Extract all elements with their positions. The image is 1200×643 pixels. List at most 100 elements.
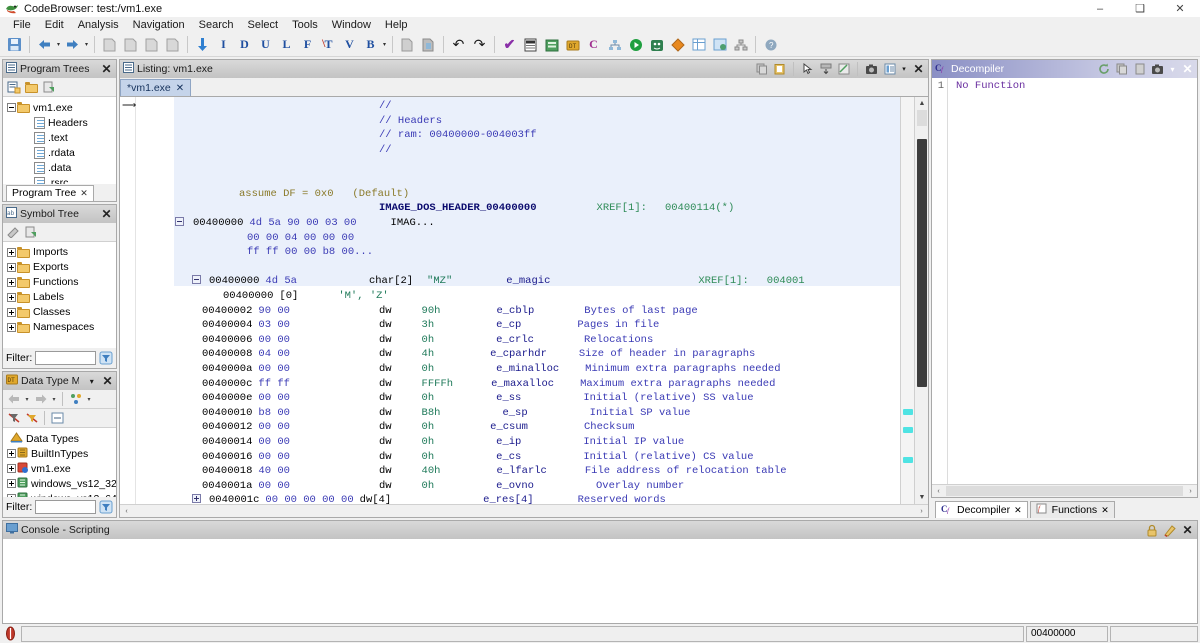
symbol-tree-item-imports[interactable]: Imports <box>6 245 116 260</box>
rename-icon[interactable] <box>5 223 22 240</box>
bytes-dropdown-caret-icon[interactable]: ▾ <box>381 35 388 54</box>
expand-toggle-icon[interactable] <box>6 262 17 273</box>
filter-caret-icon[interactable]: ▾ <box>85 391 93 408</box>
snapshot-icon-3[interactable] <box>142 35 161 54</box>
paste-symbol-icon[interactable] <box>23 223 40 240</box>
diff-view-icon[interactable] <box>836 62 851 77</box>
refresh-icon[interactable] <box>1096 62 1111 77</box>
data-type-manager-menu-caret-icon[interactable]: ▾ <box>85 374 98 389</box>
expand-toggle-icon[interactable] <box>6 277 17 288</box>
redo-icon[interactable]: ↷ <box>470 35 489 54</box>
bookmark-marker[interactable] <box>903 409 913 415</box>
snapshot-icon[interactable] <box>864 62 879 77</box>
new-tree-icon[interactable] <box>5 79 22 96</box>
menu-search[interactable]: Search <box>192 17 241 33</box>
run-script-icon[interactable] <box>626 35 645 54</box>
tree-item-headers[interactable]: Headers <box>6 115 116 130</box>
symbol-tree-item-labels[interactable]: Labels <box>6 290 116 305</box>
listing-data-row[interactable]: 0040001a 00 00 dw 0h e_ovno Overlay numb… <box>174 478 900 493</box>
row-field[interactable]: e_cblp <box>440 305 534 317</box>
data-type-item-builtintypes[interactable]: BuiltInTypes <box>6 446 116 461</box>
back-arrow-icon[interactable] <box>35 35 54 54</box>
data-type-manager-icon[interactable] <box>542 35 561 54</box>
menu-help[interactable]: Help <box>378 17 415 33</box>
row-field[interactable]: e_cs <box>434 451 521 463</box>
listing-data-row[interactable]: 0040000e 00 00 dw 0h e_ss Initial (relat… <box>174 391 900 406</box>
browser-options-icon[interactable] <box>882 62 897 77</box>
copy-icon[interactable] <box>754 62 769 77</box>
listing-data-row[interactable]: 0040000a 00 00 dw 0h e_minalloc Minimum … <box>174 362 900 377</box>
menu-edit[interactable]: Edit <box>38 17 71 33</box>
struct-label[interactable]: IMAGE_DOS_HEADER_00400000 <box>174 202 537 214</box>
tab-functions[interactable]: f Functions ✕ <box>1030 501 1115 518</box>
data-type-item-windows-vs12-32[interactable]: windows_vs12_32 <box>6 476 116 491</box>
menu-file[interactable]: File <box>6 17 38 33</box>
call-tree-icon[interactable] <box>605 35 624 54</box>
forward-arrow-icon[interactable] <box>63 35 82 54</box>
clear-icon[interactable]: T \ <box>319 35 338 54</box>
forward-arrow-icon[interactable] <box>32 391 49 408</box>
scroll-right-icon[interactable]: › <box>1184 485 1197 498</box>
paste-icon[interactable] <box>772 62 787 77</box>
row-field[interactable]: e_lfarlc <box>440 465 546 477</box>
open-folder-icon[interactable] <box>23 79 40 96</box>
expand-toggle-icon[interactable] <box>6 463 17 474</box>
back-arrow-icon[interactable] <box>5 391 22 408</box>
tab-program-tree[interactable]: Program Tree ✕ <box>6 185 94 201</box>
listing-bookmark-markers[interactable] <box>900 97 914 504</box>
symbol-tree-filter-input[interactable] <box>35 351 96 365</box>
struct-collapse-toggle-icon[interactable] <box>174 217 184 230</box>
tree-item-rsrc[interactable]: .rsrc <box>6 175 116 184</box>
export-icon[interactable] <box>710 35 729 54</box>
hscroll-track[interactable] <box>946 486 1183 496</box>
lock-icon[interactable] <box>1144 523 1159 538</box>
listing-code-area[interactable]: // // Headers // ram: 00400000-004003ff … <box>174 97 900 504</box>
diff-icon[interactable] <box>668 35 687 54</box>
row-field[interactable]: e_maxalloc <box>453 378 554 390</box>
row-field[interactable]: e_csum <box>434 421 528 433</box>
forward-dropdown-caret-icon[interactable]: ▾ <box>83 35 90 54</box>
options-caret-icon[interactable]: ▾ <box>900 62 908 77</box>
tab-close-icon[interactable]: ✕ <box>80 188 88 199</box>
tree-item-data[interactable]: .data <box>6 160 116 175</box>
scroll-left-icon[interactable]: ‹ <box>932 485 945 498</box>
row-field[interactable]: e_crlc <box>434 334 534 346</box>
decompiler-body[interactable]: 1 No Function <box>932 78 1197 484</box>
menu-window[interactable]: Window <box>325 17 378 33</box>
program-tree[interactable]: vm1.exe Headers .text <box>3 97 116 184</box>
tab-close-icon[interactable]: ✕ <box>1014 505 1022 516</box>
function-graph-icon[interactable]: C <box>584 35 603 54</box>
decompiler-horizontal-scrollbar[interactable]: ‹ › <box>932 484 1197 497</box>
symbol-tree-item-namespaces[interactable]: Namespaces <box>6 320 116 335</box>
scroll-down-icon[interactable]: ▼ <box>915 491 929 504</box>
back-dropdown-caret-icon[interactable]: ▾ <box>55 35 62 54</box>
decompiler-close-icon[interactable]: ✕ <box>1180 62 1195 77</box>
clear-filter-icon[interactable] <box>23 410 40 427</box>
filter-options-icon[interactable] <box>99 351 113 365</box>
minimize-button[interactable]: – <box>1080 0 1120 17</box>
listing-data-row[interactable]: 00400006 00 00 dw 0h e_crlc Relocations <box>174 333 900 348</box>
ghidra-status-icon[interactable] <box>2 626 19 642</box>
listing-data-row[interactable]: 0040000c ff ff dw FFFFh e_maxalloc Maxim… <box>174 376 900 391</box>
listing-data-row[interactable]: 00400018 40 00 dw 40h e_lfarlc File addr… <box>174 464 900 479</box>
listing-vertical-scrollbar[interactable]: ▲ ▼ <box>914 97 928 504</box>
memory-map-icon[interactable] <box>521 35 540 54</box>
magic-collapse-toggle-icon[interactable] <box>174 275 201 288</box>
tree-root-vm1[interactable]: vm1.exe <box>6 100 116 115</box>
row-field[interactable]: e_cparhdr <box>434 348 547 360</box>
tab-close-icon[interactable]: ✕ <box>1101 505 1109 516</box>
listing-data-row[interactable]: 00400000 4d 5a char[2] "MZ" e_magic XREF… <box>174 274 900 289</box>
menu-analysis[interactable]: Analysis <box>71 17 126 33</box>
tree-item-text[interactable]: .text <box>6 130 116 145</box>
row-field[interactable]: e_res[4] <box>391 494 533 504</box>
copy-icon[interactable] <box>1114 62 1129 77</box>
symbol-tree-item-exports[interactable]: Exports <box>6 260 116 275</box>
menu-tools[interactable]: Tools <box>285 17 325 33</box>
row-field[interactable]: e_magic <box>452 275 550 287</box>
console-close-icon[interactable]: ✕ <box>1180 523 1195 538</box>
symbol-tree[interactable]: Imports Exports Functions <box>3 242 116 348</box>
expand-toggle-icon[interactable] <box>6 247 17 258</box>
close-button[interactable]: ✕ <box>1160 0 1200 17</box>
array-expand-toggle-icon[interactable] <box>174 494 201 504</box>
row-field[interactable]: e_minalloc <box>434 363 559 375</box>
